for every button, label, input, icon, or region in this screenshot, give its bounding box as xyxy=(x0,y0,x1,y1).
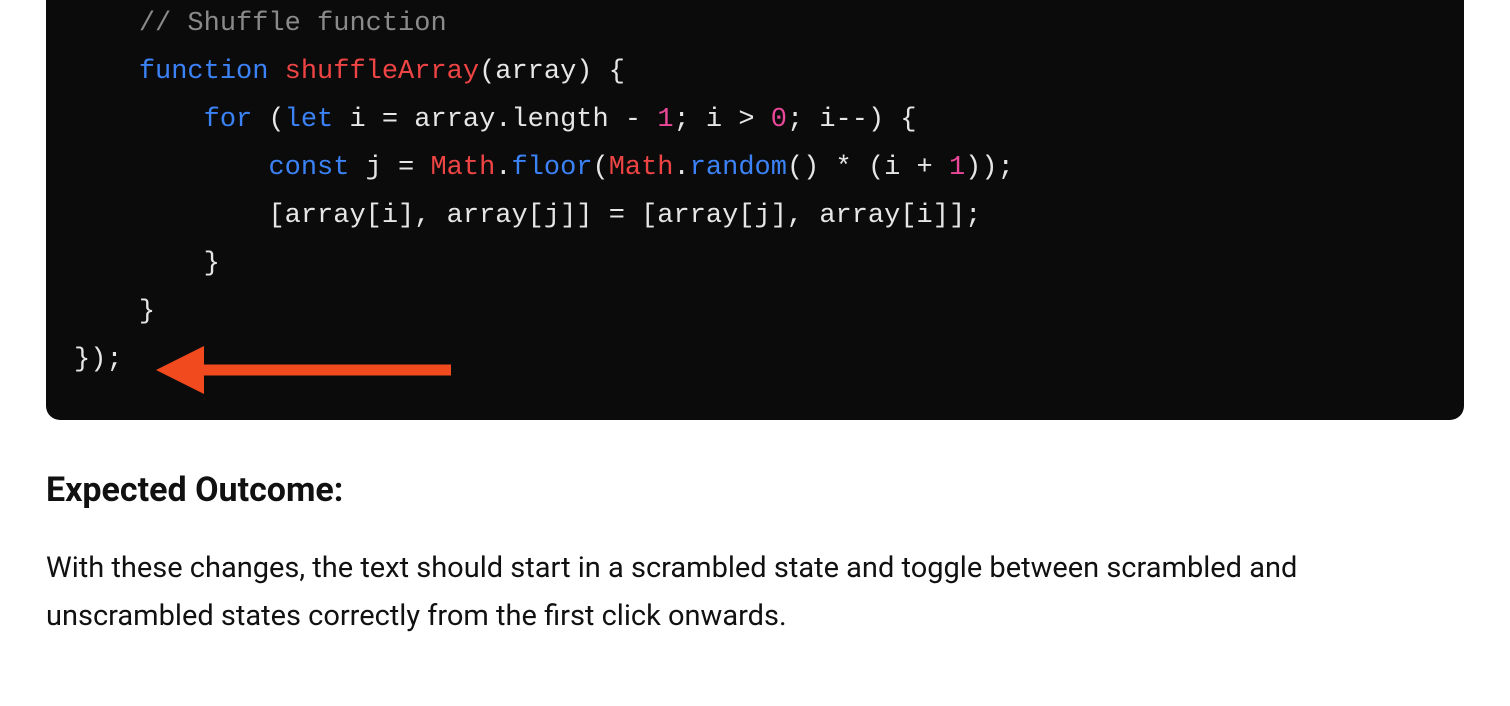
class-math: Math xyxy=(609,153,674,183)
indent xyxy=(74,201,204,231)
num: 0 xyxy=(771,105,787,135)
brace: } xyxy=(139,297,155,327)
code-text: [array[i], array[j]] = [array[j], array[… xyxy=(268,201,981,231)
code-text: ( xyxy=(252,105,284,135)
code-content: // Shuffle function function shuffleArra… xyxy=(74,0,1436,384)
code-block: // Shuffle function function shuffleArra… xyxy=(46,0,1464,420)
kw-for: for xyxy=(204,105,253,135)
fn-name: shuffleArray xyxy=(285,57,479,87)
indent xyxy=(74,153,204,183)
class-math: Math xyxy=(430,153,495,183)
code-text: (array) { xyxy=(479,57,625,87)
method-random: random xyxy=(690,153,787,183)
kw-function: function xyxy=(139,57,269,87)
method-floor: floor xyxy=(511,153,592,183)
code-text: () * (i + xyxy=(787,153,949,183)
paren: ( xyxy=(593,153,609,183)
code-text: j = xyxy=(349,153,430,183)
num: 1 xyxy=(949,153,965,183)
expected-outcome-heading: Expected Outcome: xyxy=(46,470,1464,510)
brace: } xyxy=(204,249,220,279)
indent xyxy=(74,249,139,279)
dot: . xyxy=(674,153,690,183)
indent xyxy=(74,105,139,135)
num: 1 xyxy=(657,105,673,135)
code-close: }); xyxy=(74,345,123,375)
expected-outcome-body: With these changes, the text should star… xyxy=(46,544,1464,640)
code-text: ; i--) { xyxy=(787,105,917,135)
kw-let: let xyxy=(285,105,334,135)
code-text: ; i > xyxy=(674,105,771,135)
code-text: )); xyxy=(965,153,1014,183)
kw-const: const xyxy=(268,153,349,183)
dot: . xyxy=(495,153,511,183)
code-comment: // Shuffle function xyxy=(139,9,447,39)
code-text: i = array.length - xyxy=(333,105,657,135)
